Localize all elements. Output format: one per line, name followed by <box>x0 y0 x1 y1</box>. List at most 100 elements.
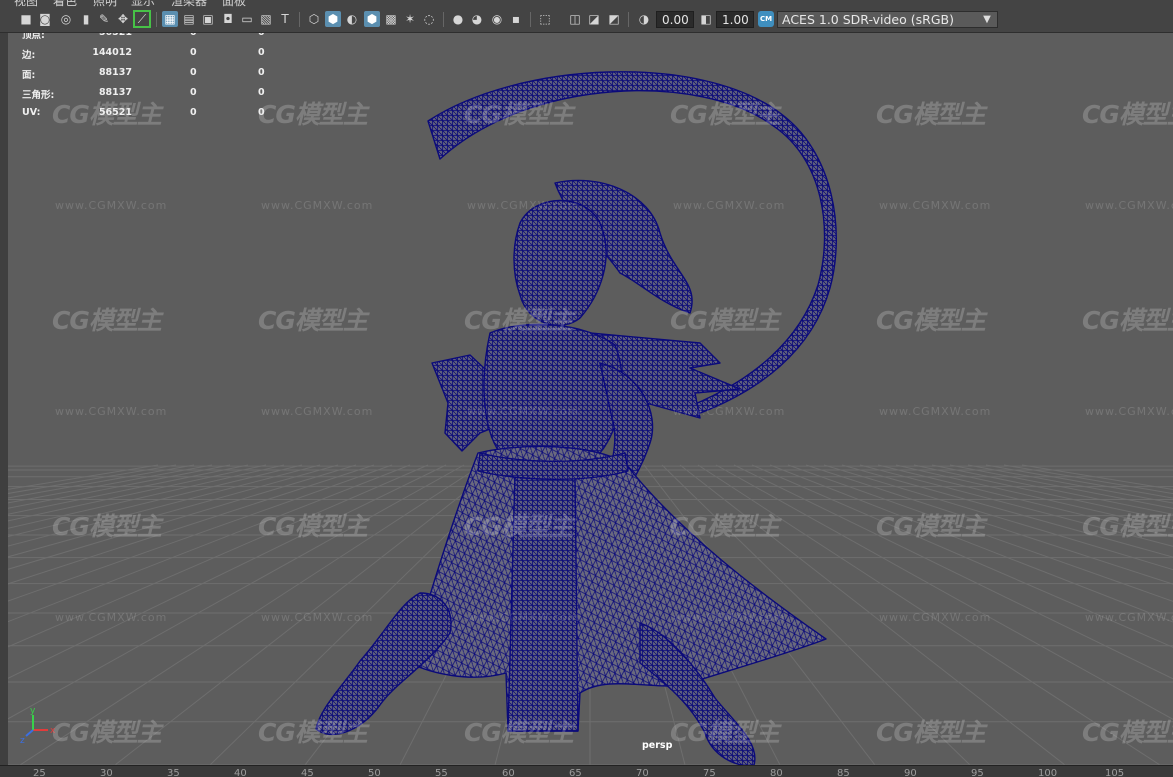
xray-icon[interactable]: ◫ <box>567 11 583 27</box>
menu-renderer[interactable]: 渲染器 <box>171 0 207 8</box>
hud-other-value: 0 <box>258 67 265 78</box>
watermark-logo: CG模型主 <box>464 512 574 541</box>
text-icon[interactable]: T <box>277 11 293 27</box>
move-icon[interactable]: ✥ <box>115 11 131 27</box>
time-slider-ruler[interactable]: 25 30 35 40 45 50 55 60 65 70 75 80 85 90 95 100 105 <box>0 765 1173 777</box>
ambient-occlusion-icon[interactable]: ◕ <box>469 11 485 27</box>
watermark-url: www.CGMXW.com <box>1085 611 1173 624</box>
exposure-field[interactable]: 0.00 <box>656 11 694 28</box>
camera-icon[interactable]: ■ <box>18 11 34 27</box>
flat-shade-icon[interactable]: ◐ <box>344 11 360 27</box>
antialias-icon[interactable]: ▪ <box>508 11 524 27</box>
watermark-url: www.CGMXW.com <box>467 405 580 418</box>
hud-total-value: 88137 <box>98 67 132 78</box>
lock-camera-icon[interactable]: ◎ <box>58 11 74 27</box>
gamma-icon[interactable]: ◧ <box>698 11 714 27</box>
z-axis-line <box>25 729 34 737</box>
hud-other-value: 0 <box>258 33 265 38</box>
menu-show[interactable]: 显示 <box>131 0 155 8</box>
grid-icon[interactable]: ▦ <box>162 11 178 27</box>
hud-selected-value: 0 <box>190 107 197 118</box>
watermark-logo: CG模型主 <box>464 718 574 747</box>
film-gate-icon[interactable]: ▤ <box>181 11 197 27</box>
timeline-tick-label: 55 <box>435 768 448 777</box>
timeline-tick-label: 80 <box>770 768 783 777</box>
shadow-sphere-icon[interactable]: ● <box>450 11 466 27</box>
hud-row: UV: 56521 0 0 <box>22 107 282 127</box>
shaded-wireframe-icon[interactable]: ⬢ <box>364 11 380 27</box>
y-axis-label: y <box>30 706 36 716</box>
watermark-url: www.CGMXW.com <box>879 199 992 212</box>
watermark-url: www.CGMXW.com <box>261 405 374 418</box>
checker-icon[interactable]: ▩ <box>383 11 399 27</box>
field-chart-icon[interactable]: ◘ <box>220 11 236 27</box>
watermark-logo: CG模型主 <box>464 100 574 129</box>
hud-label: 三角形: <box>22 90 55 101</box>
watermark-logo: CG模型主 <box>258 718 368 747</box>
exposure-icon[interactable]: ◑ <box>636 11 652 27</box>
watermark-url: www.CGMXW.com <box>1085 405 1173 418</box>
timeline-tick-label: 100 <box>1038 768 1058 777</box>
xray-joints-icon[interactable]: ◪ <box>586 11 602 27</box>
timeline-tick-label: 40 <box>234 768 247 777</box>
menu-panels[interactable]: 面板 <box>222 0 246 8</box>
long-coat <box>409 445 827 732</box>
hud-other-value: 0 <box>258 107 265 118</box>
view-transform-dropdown[interactable]: ACES 1.0 SDR-video (sRGB) ▼ <box>777 11 998 28</box>
timeline-tick-label: 65 <box>569 768 582 777</box>
timeline-tick-label: 30 <box>100 768 113 777</box>
watermark-url: www.CGMXW.com <box>673 405 786 418</box>
wireframe-cube-icon[interactable]: ⬡ <box>306 11 322 27</box>
menu-view[interactable]: 视图 <box>14 0 38 8</box>
watermark-logo: CG模型主 <box>1082 100 1173 129</box>
watermark-url: www.CGMXW.com <box>467 199 580 212</box>
motion-blur-icon[interactable]: ◉ <box>489 11 505 27</box>
view-transform-value: ACES 1.0 SDR-video (sRGB) <box>782 12 954 27</box>
panel-toolbar: ■ ◙ ◎ ▮ ✎ ✥ ⟋ ▦ ▤ ▣ ◘ ▭ ▧ T ⬡ ⬢ ◐ ⬢ ▩ ✶ … <box>0 8 1173 33</box>
menu-lighting[interactable]: 照明 <box>93 0 117 8</box>
light-icon[interactable]: ✶ <box>402 11 418 27</box>
watermark-url: www.CGMXW.com <box>1085 199 1173 212</box>
resolution-gate-icon[interactable]: ▣ <box>200 11 216 27</box>
bookmark-icon[interactable]: ▮ <box>78 11 94 27</box>
z-axis-label: z <box>20 736 25 746</box>
timeline-tick-label: 45 <box>301 768 314 777</box>
watermark-logo: CG模型主 <box>1082 306 1173 335</box>
camera-name-label: persp <box>642 740 673 751</box>
color-management-toggle[interactable]: CM <box>758 11 774 27</box>
toolbar-separator <box>443 12 444 27</box>
hud-total-value: 56521 <box>98 107 132 118</box>
watermark-logo: CG模型主 <box>876 718 986 747</box>
hud-total-value: 88137 <box>98 87 132 98</box>
watermark-logo: CG模型主 <box>670 512 780 541</box>
timeline-tick-label: 50 <box>368 768 381 777</box>
hud-selected-value: 0 <box>190 47 197 58</box>
watermark-url: www.CGMXW.com <box>261 199 374 212</box>
chevron-down-icon[interactable]: ▼ <box>979 12 995 27</box>
viewport-scene: xyz <box>0 71 1173 765</box>
hud-label: 边: <box>22 50 36 61</box>
isolate-select-icon[interactable]: ⬚ <box>537 11 553 27</box>
film-camera-icon[interactable]: ◙ <box>37 11 53 27</box>
timeline-tick-label: 105 <box>1105 768 1125 777</box>
toolbar-separator <box>156 12 157 27</box>
timeline-tick-label: 75 <box>703 768 716 777</box>
bulb-icon[interactable]: ◌ <box>421 11 437 27</box>
3d-viewport[interactable]: xyz CG模型主CG模型主CG模型主CG模型主CG模型主CG模型主CG模型主C… <box>0 33 1173 765</box>
toolbar-separator <box>530 12 531 27</box>
gamma-field[interactable]: 1.00 <box>716 11 754 28</box>
timeline-tick-label: 95 <box>971 768 984 777</box>
snap-icon[interactable]: ⟋ <box>133 10 151 28</box>
toolbar-separator <box>628 12 629 27</box>
watermark-url: www.CGMXW.com <box>673 611 786 624</box>
smooth-shade-cube-icon[interactable]: ⬢ <box>325 11 341 27</box>
maya-viewport-window: 视图 着色 照明 显示 渲染器 面板 ■ ◙ ◎ ▮ ✎ ✥ ⟋ ▦ ▤ ▣ ◘… <box>0 0 1173 777</box>
watermark-logo: CG模型主 <box>876 512 986 541</box>
safe-action-icon[interactable]: ▭ <box>239 11 255 27</box>
timeline-tick-label: 85 <box>837 768 850 777</box>
menu-shading[interactable]: 着色 <box>53 0 77 8</box>
xray-active-icon[interactable]: ◩ <box>606 11 622 27</box>
pencil-icon[interactable]: ✎ <box>96 11 112 27</box>
safe-title-icon[interactable]: ▧ <box>258 11 274 27</box>
wireframe-character-model[interactable] <box>315 71 837 765</box>
